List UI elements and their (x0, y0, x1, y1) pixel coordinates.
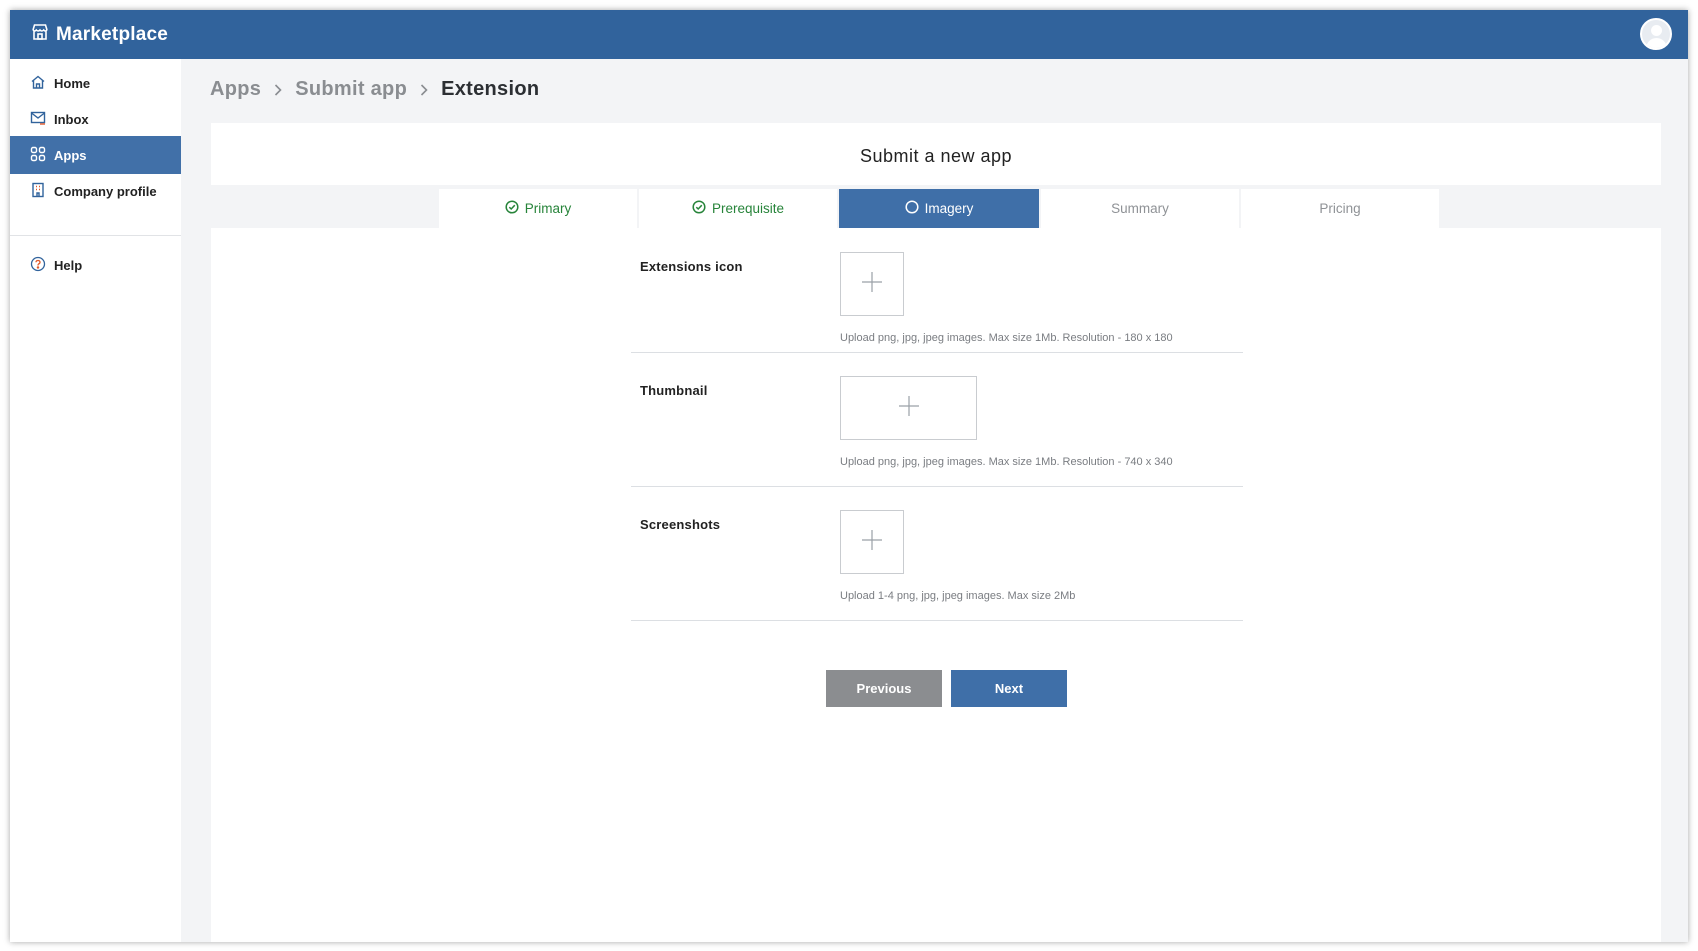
sidebar-item-label: Home (54, 75, 91, 91)
tab-label: Imagery (924, 201, 974, 216)
form-card: Extensions icon Upload png, jpg, jpeg im… (211, 228, 1661, 942)
upload-hint: Upload png, jpg, jpeg images. Max size 1… (840, 332, 1173, 344)
sidebar-item-help[interactable]: Help (10, 246, 181, 284)
plus-icon (861, 529, 883, 556)
screenshots-section: Screenshots Upload 1-4 png, jpg, jpeg im… (631, 487, 1243, 621)
upload-hint: Upload png, jpg, jpeg images. Max size 1… (840, 456, 1173, 468)
breadcrumb-apps[interactable]: Apps (210, 78, 261, 101)
circle-icon (905, 200, 925, 217)
tab-primary[interactable]: Primary (439, 189, 637, 228)
sidebar-item-company-profile[interactable]: Company profile (10, 172, 181, 210)
inbox-icon (30, 110, 54, 129)
sidebar-item-apps[interactable]: Apps (10, 136, 181, 174)
sidebar-item-inbox[interactable]: Inbox (10, 100, 181, 138)
home-icon (30, 74, 54, 93)
app-window: Marketplace Home Inbox Apps Company prof… (10, 10, 1688, 942)
tab-label: Primary (524, 201, 572, 216)
chevron-right-icon (419, 83, 429, 97)
check-circle-icon (505, 200, 525, 217)
tab-summary[interactable]: Summary (1041, 189, 1239, 228)
field-label: Extensions icon (640, 259, 743, 274)
page-title: Submit a new app (859, 145, 1013, 166)
page-header-card: Submit a new app (211, 123, 1661, 185)
sidebar-item-label: Help (54, 257, 83, 273)
help-icon (30, 256, 54, 275)
upload-hint: Upload 1-4 png, jpg, jpeg images. Max si… (840, 590, 1076, 602)
tab-label: Prerequisite (711, 201, 785, 216)
user-avatar[interactable] (1640, 18, 1672, 50)
thumbnail-upload[interactable] (840, 376, 977, 440)
chevron-right-icon (273, 83, 283, 97)
sidebar-item-label: Inbox (54, 111, 89, 127)
breadcrumb: Apps Submit app Extension (210, 78, 539, 101)
field-label: Thumbnail (640, 383, 708, 398)
check-circle-icon (692, 200, 712, 217)
next-button[interactable]: Next (951, 670, 1067, 707)
sidebar-item-label: Company profile (54, 183, 157, 199)
storefront-icon (30, 22, 56, 48)
brand[interactable]: Marketplace (30, 22, 168, 48)
step-tabs: Primary Prerequisite Imagery Summary Pri… (439, 189, 1441, 228)
screenshots-upload[interactable] (840, 510, 904, 574)
tab-prerequisite[interactable]: Prerequisite (639, 189, 837, 228)
plus-icon (898, 395, 920, 422)
tab-label: Pricing (1319, 201, 1361, 216)
sidebar-divider (10, 235, 181, 236)
plus-icon (861, 271, 883, 298)
thumbnail-section: Thumbnail Upload png, jpg, jpeg images. … (631, 353, 1243, 487)
extensions-icon-section: Extensions icon Upload png, jpg, jpeg im… (631, 228, 1243, 353)
top-bar: Marketplace (10, 10, 1688, 59)
building-icon (30, 182, 54, 201)
field-label: Screenshots (640, 517, 721, 532)
previous-button[interactable]: Previous (826, 670, 942, 707)
tab-label: Summary (1111, 201, 1169, 216)
breadcrumb-submit-app[interactable]: Submit app (295, 78, 407, 101)
apps-grid-icon (30, 146, 54, 165)
tab-imagery[interactable]: Imagery (839, 189, 1039, 228)
app-title: Marketplace (56, 23, 169, 45)
sidebar-item-label: Apps (54, 147, 87, 163)
tab-pricing[interactable]: Pricing (1241, 189, 1439, 228)
breadcrumb-extension: Extension (441, 78, 540, 100)
sidebar-item-home[interactable]: Home (10, 64, 181, 102)
extensions-icon-upload[interactable] (840, 252, 904, 316)
sidebar: Home Inbox Apps Company profile Help (10, 59, 181, 942)
